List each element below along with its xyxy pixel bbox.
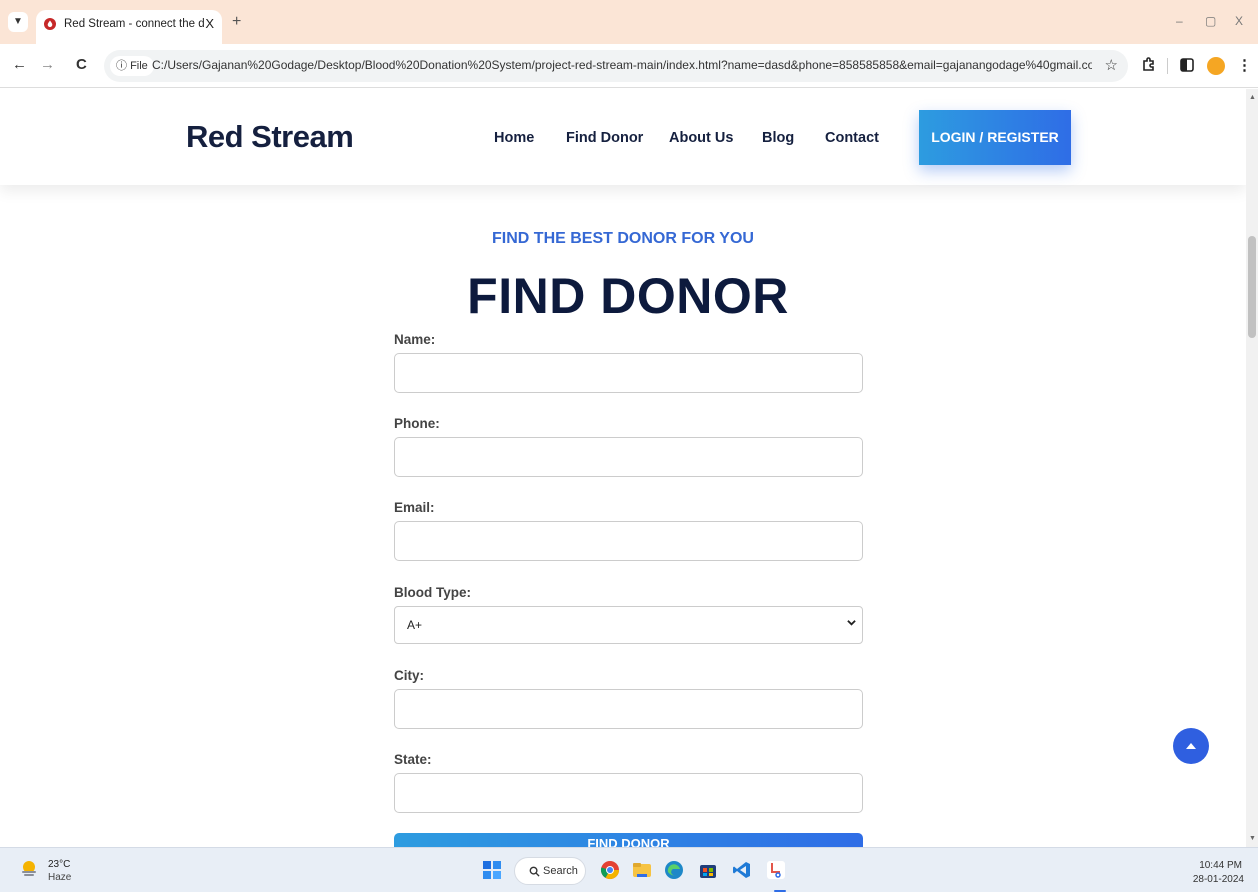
profile-avatar[interactable] [1207, 57, 1225, 75]
city-input[interactable] [394, 689, 863, 729]
site-header: Red Stream Home Find Donor About Us Blog… [0, 89, 1246, 185]
new-tab-plus-icon[interactable]: + [232, 13, 241, 31]
forward-arrow-icon[interactable]: → [40, 56, 55, 73]
section-subtitle: FIND THE BEST DONOR FOR YOU [492, 230, 754, 247]
site-logo[interactable]: Red Stream [186, 119, 354, 155]
browser-address-bar: ← → C ⓘ File C:/Users/Gajanan%20Godage/D… [0, 44, 1258, 88]
web-page: Red Stream Home Find Donor About Us Blog… [0, 89, 1246, 847]
snipping-tool-icon[interactable] [766, 860, 786, 880]
vscode-icon[interactable] [732, 860, 752, 880]
phone-input[interactable] [394, 437, 863, 477]
clock-time[interactable]: 10:44 PM [1199, 860, 1242, 871]
blood-type-value: A+ [407, 618, 423, 632]
tab-close-icon[interactable]: X [205, 16, 214, 31]
nav-about-us[interactable]: About Us [669, 130, 733, 146]
store-icon[interactable] [698, 860, 718, 880]
email-input[interactable] [394, 521, 863, 561]
file-explorer-icon[interactable] [632, 860, 652, 880]
minimize-icon[interactable]: – [1176, 14, 1183, 28]
search-label: Search [543, 865, 578, 877]
name-label: Name: [394, 332, 436, 347]
scroll-up-arrow-icon[interactable]: ▲ [1249, 94, 1256, 101]
weather-haze-icon[interactable] [20, 860, 38, 878]
close-window-icon[interactable]: X [1235, 14, 1243, 28]
nav-home[interactable]: Home [494, 130, 534, 146]
nav-find-donor[interactable]: Find Donor [566, 130, 643, 146]
edge-icon[interactable] [664, 860, 684, 880]
state-label: State: [394, 752, 432, 767]
file-info-chip[interactable]: ⓘ File [110, 56, 154, 76]
chevron-down-icon [847, 620, 856, 626]
windows-start-icon[interactable] [482, 860, 502, 880]
side-panel-icon[interactable] [1180, 58, 1194, 72]
nav-blog[interactable]: Blog [762, 130, 794, 146]
scrollbar-thumb[interactable] [1248, 236, 1256, 338]
name-input[interactable] [394, 353, 863, 393]
tab-search-chevron-down-icon[interactable]: ▼ [8, 12, 28, 32]
restore-icon[interactable]: ▢ [1205, 14, 1216, 28]
weather-temperature: 23°C [48, 859, 71, 870]
clock-date[interactable]: 28-01-2024 [1193, 874, 1244, 885]
state-input[interactable] [394, 773, 863, 813]
page-scrollbar[interactable]: ▲ ▼ [1246, 89, 1258, 847]
blood-drop-icon [44, 18, 56, 30]
blood-type-label: Blood Type: [394, 585, 471, 600]
tab-title: Red Stream - connect the donc [64, 18, 204, 30]
page-title: FIND DONOR [467, 268, 789, 324]
extensions-puzzle-icon[interactable] [1141, 57, 1157, 73]
chrome-icon[interactable] [600, 860, 620, 880]
scroll-down-arrow-icon[interactable]: ▼ [1249, 835, 1256, 842]
scroll-to-top-button[interactable] [1173, 728, 1209, 764]
city-label: City: [394, 668, 424, 683]
browser-tab[interactable]: Red Stream - connect the donc X [36, 10, 222, 44]
taskbar-search[interactable]: Search [514, 857, 586, 885]
omnibox[interactable]: ⓘ File C:/Users/Gajanan%20Godage/Desktop… [104, 50, 1128, 82]
browser-tab-bar: ▼ Red Stream - connect the donc X + – ▢ … [0, 0, 1258, 44]
arrow-up-icon [1186, 743, 1196, 749]
url-text[interactable]: C:/Users/Gajanan%20Godage/Desktop/Blood%… [152, 58, 1092, 72]
more-menu-icon[interactable]: ⋮ [1237, 56, 1252, 74]
search-icon [529, 866, 540, 877]
bookmark-star-icon[interactable]: ☆ [1105, 56, 1118, 74]
weather-condition: Haze [48, 872, 72, 883]
back-arrow-icon[interactable]: ← [12, 56, 27, 73]
find-donor-button[interactable]: FIND DONOR [394, 833, 863, 847]
blood-type-select[interactable]: A+ [394, 606, 863, 644]
windows-taskbar: 23°C Haze Search 10:44 PM 28-01-2024 [0, 847, 1258, 892]
file-chip-label: File [130, 60, 148, 72]
phone-label: Phone: [394, 416, 440, 431]
login-register-button[interactable]: LOGIN / REGISTER [919, 110, 1071, 165]
nav-contact[interactable]: Contact [825, 130, 879, 146]
toolbar-divider [1167, 58, 1168, 74]
reload-icon[interactable]: C [76, 56, 87, 73]
email-label: Email: [394, 500, 435, 515]
